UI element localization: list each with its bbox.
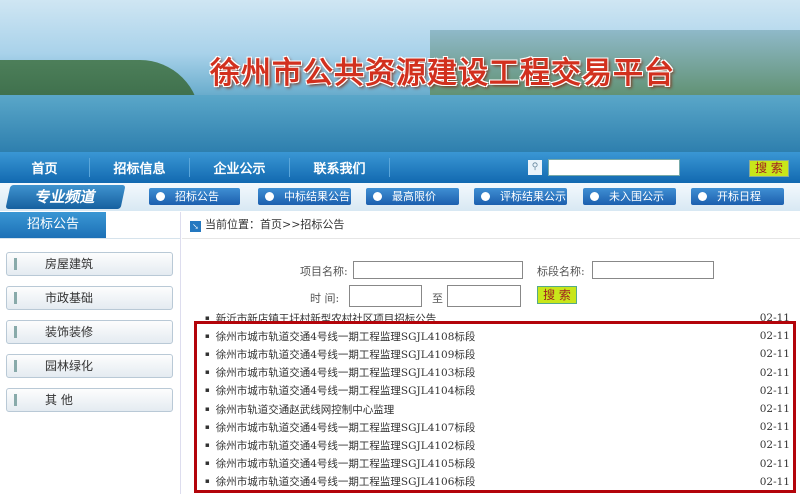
notice-title[interactable]: 徐州市轨道交通赵武线网控制中心监理: [205, 402, 395, 417]
time-to-input[interactable]: [447, 285, 521, 307]
divider: [0, 238, 180, 239]
channel-btn-label: 招标公告: [175, 190, 219, 203]
breadcrumb: ↘ 当前位置：首页>>招标公告: [190, 216, 344, 232]
notice-date: 02-11: [759, 403, 790, 416]
sidebar-item-housing[interactable]: 房屋建筑: [6, 252, 173, 276]
search-input[interactable]: [548, 159, 680, 176]
notice-date: 02-11: [759, 312, 790, 325]
to-label: 至: [432, 292, 443, 305]
notice-date: 02-11: [759, 439, 790, 452]
bullet-icon: [698, 192, 707, 201]
arrow-icon: ↘: [190, 221, 201, 232]
breadcrumb-text: 当前位置：首页>>招标公告: [205, 218, 345, 231]
sidebar-header: 招标公告: [0, 212, 106, 238]
project-name-input[interactable]: [353, 261, 523, 279]
list-item[interactable]: 徐州市城市轨道交通4号线一期工程监理SGJL4102标段 02-11: [205, 436, 790, 454]
notice-list: 新沂市新店镇王圩村新型农村社区项目招标公告02-11徐州市城市轨道交通4号线一期…: [205, 309, 790, 491]
sidebar-item-label: 其 他: [45, 393, 73, 407]
section-name-label: 标段名称:: [537, 265, 585, 278]
sidebar-item-municipal[interactable]: 市政基础: [6, 286, 173, 310]
site-title: 徐州市公共资源建设工程交易平台: [210, 56, 675, 91]
channel-btn-label: 最高限价: [392, 190, 436, 203]
bar-icon: [14, 258, 17, 270]
notice-title[interactable]: 徐州市城市轨道交通4号线一期工程监理SGJL4108标段: [205, 329, 476, 344]
list-item[interactable]: 徐州市城市轨道交通4号线一期工程监理SGJL4106标段 02-11: [205, 473, 790, 491]
notice-title[interactable]: 徐州市城市轨道交通4号线一期工程监理SGJL4109标段: [205, 347, 476, 362]
notice-date: 02-11: [759, 384, 790, 397]
notice-date: 02-11: [759, 366, 790, 379]
channel-opening-schedule[interactable]: 开标日程: [691, 188, 784, 205]
sidebar-item-label: 园林绿化: [45, 359, 94, 373]
notice-date: 02-11: [759, 457, 790, 470]
list-item[interactable]: 徐州市城市轨道交通4号线一期工程监理SGJL4105标段 02-11: [205, 455, 790, 473]
channel-btn-label: 中标结果公告: [284, 190, 350, 203]
nav-home[interactable]: 首页: [0, 158, 90, 177]
main-nav: 首页 招标信息 企业公示 联系我们 ⚲ 搜 索: [0, 152, 800, 183]
bar-icon: [14, 326, 17, 338]
search-button[interactable]: 搜 索: [749, 160, 789, 177]
notice-title[interactable]: 徐州市城市轨道交通4号线一期工程监理SGJL4107标段: [205, 420, 476, 435]
section-name-input[interactable]: [592, 261, 714, 279]
channel-evaluation-result[interactable]: 评标结果公示: [474, 188, 567, 205]
notice-title[interactable]: 新沂市新店镇王圩村新型农村社区项目招标公告: [205, 311, 437, 326]
banner-water: [0, 95, 800, 152]
divider: [182, 238, 800, 239]
notice-title[interactable]: 徐州市城市轨道交通4号线一期工程监理SGJL4106标段: [205, 474, 476, 489]
channel-bar: 专业频道 招标公告 中标结果公告 最高限价 评标结果公示 未入围公示 开标日程: [0, 183, 800, 211]
header-banner: 徐州市公共资源建设工程交易平台: [0, 0, 800, 152]
nav-company-notice[interactable]: 企业公示: [190, 158, 290, 177]
nav-contact[interactable]: 联系我们: [290, 158, 390, 177]
notice-date: 02-11: [759, 330, 790, 343]
notice-date: 02-11: [759, 348, 790, 361]
channel-btn-label: 未入围公示: [609, 190, 664, 203]
channel-not-shortlisted[interactable]: 未入围公示: [583, 188, 676, 205]
bullet-icon: [156, 192, 165, 201]
channel-bid-notice[interactable]: 招标公告: [149, 188, 240, 205]
sidebar-item-decoration[interactable]: 装饰装修: [6, 320, 173, 344]
sidebar-item-label: 装饰装修: [45, 325, 94, 339]
search-icon: ⚲: [528, 160, 542, 175]
notice-title[interactable]: 徐州市城市轨道交通4号线一期工程监理SGJL4104标段: [205, 383, 476, 398]
bullet-icon: [590, 192, 599, 201]
list-item[interactable]: 徐州市城市轨道交通4号线一期工程监理SGJL4104标段 02-11: [205, 382, 790, 400]
bar-icon: [14, 394, 17, 406]
notice-title[interactable]: 徐州市城市轨道交通4号线一期工程监理SGJL4105标段: [205, 456, 476, 471]
notice-date: 02-11: [759, 421, 790, 434]
channel-btn-label: 评标结果公示: [500, 190, 566, 203]
list-item[interactable]: 徐州市城市轨道交通4号线一期工程监理SGJL4103标段 02-11: [205, 364, 790, 382]
channel-btn-label: 开标日程: [717, 190, 761, 203]
sidebar-item-landscape[interactable]: 园林绿化: [6, 354, 173, 378]
bar-icon: [14, 360, 17, 372]
channel-max-price[interactable]: 最高限价: [366, 188, 459, 205]
time-from-input[interactable]: [349, 285, 422, 307]
list-item[interactable]: 徐州市城市轨道交通4号线一期工程监理SGJL4108标段 02-11: [205, 327, 790, 345]
notice-title[interactable]: 徐州市城市轨道交通4号线一期工程监理SGJL4103标段: [205, 365, 476, 380]
list-item[interactable]: 徐州市轨道交通赵武线网控制中心监理 02-11: [205, 400, 790, 418]
list-item[interactable]: 新沂市新店镇王圩村新型农村社区项目招标公告 02-11: [205, 309, 790, 327]
nav-bid-info[interactable]: 招标信息: [90, 158, 190, 177]
bullet-icon: [373, 192, 382, 201]
bullet-icon: [481, 192, 490, 201]
sidebar-item-label: 房屋建筑: [45, 257, 94, 271]
bar-icon: [14, 292, 17, 304]
project-name-label: 项目名称:: [300, 265, 348, 278]
list-item[interactable]: 徐州市城市轨道交通4号线一期工程监理SGJL4109标段 02-11: [205, 345, 790, 363]
sidebar-item-label: 市政基础: [45, 291, 94, 305]
notice-title[interactable]: 徐州市城市轨道交通4号线一期工程监理SGJL4102标段: [205, 438, 476, 453]
divider: [180, 212, 181, 494]
sidebar-item-other[interactable]: 其 他: [6, 388, 173, 412]
channel-label: 专业频道: [5, 185, 126, 209]
list-item[interactable]: 徐州市城市轨道交通4号线一期工程监理SGJL4107标段 02-11: [205, 418, 790, 436]
channel-award-notice[interactable]: 中标结果公告: [258, 188, 351, 205]
bullet-icon: [265, 192, 274, 201]
time-label: 时 间:: [310, 292, 340, 305]
form-search-button[interactable]: 搜 索: [537, 286, 577, 304]
notice-date: 02-11: [759, 475, 790, 488]
